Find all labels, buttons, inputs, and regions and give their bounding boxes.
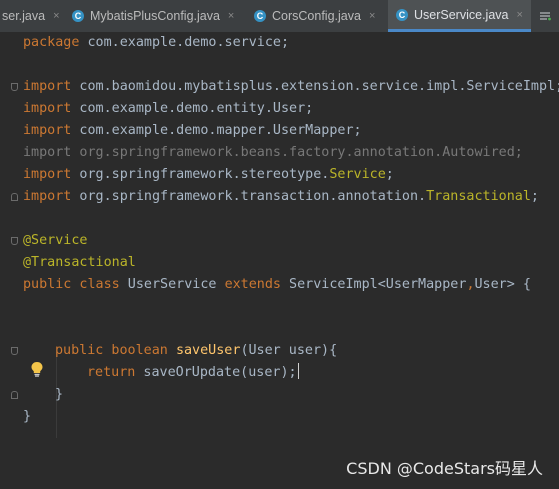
code-editor[interactable]: package com.example.demo.service; import… <box>0 32 559 489</box>
code-line-unused-import: import org.springframework.beans.factory… <box>23 145 523 160</box>
close-icon[interactable]: × <box>369 10 375 22</box>
code-line-import: import org.springframework.transaction.a… <box>23 189 539 204</box>
code-line-annotation: @Service <box>23 233 88 248</box>
watermark: CSDN @CodeStars码星人 <box>346 459 543 478</box>
tab-label: ser.java <box>2 9 46 23</box>
code-line-return: return saveOrUpdate(user); <box>87 363 299 380</box>
code-line-method-close: } <box>55 387 64 402</box>
code-line-annotation: @Transactional <box>23 255 136 270</box>
tab-label: UserService.java <box>414 7 509 22</box>
code-line-class-declaration: public class UserService extends Service… <box>23 277 531 292</box>
code-line-import: import com.example.demo.entity.User; <box>23 101 314 116</box>
close-icon[interactable]: × <box>53 10 59 22</box>
code-line-class-close: } <box>23 409 32 424</box>
tab-mybatisplusconfig[interactable]: C MybatisPlusConfig.java × <box>66 0 246 32</box>
code-line-import: import com.baomidou.mybatisplus.extensio… <box>23 79 559 94</box>
tab-corsconfig[interactable]: C CorsConfig.java × <box>246 0 386 32</box>
class-icon: C <box>254 10 266 22</box>
fold-marker-icon[interactable] <box>11 391 18 399</box>
text-caret <box>297 363 299 379</box>
tabs-overflow-icon[interactable] <box>531 0 559 32</box>
code-line-package: package com.example.demo.service; <box>23 35 290 50</box>
lightbulb-icon[interactable] <box>30 361 44 377</box>
tab-label: MybatisPlusConfig.java <box>90 9 220 23</box>
close-icon[interactable]: × <box>228 10 234 22</box>
fold-marker-icon[interactable] <box>11 347 18 355</box>
tab-label: CorsConfig.java <box>272 9 361 23</box>
fold-marker-icon[interactable] <box>11 83 18 91</box>
tab-user-java[interactable]: ser.java × <box>0 0 64 32</box>
class-icon: C <box>396 8 408 21</box>
code-line-method-declaration: public boolean saveUser(User user){ <box>55 343 338 358</box>
tab-userservice[interactable]: C UserService.java × <box>388 0 532 32</box>
fold-marker-icon[interactable] <box>11 237 18 245</box>
code-line-import: import com.example.demo.mapper.UserMappe… <box>23 123 362 138</box>
editor-tab-bar: ser.java × C MybatisPlusConfig.java × C … <box>0 0 559 33</box>
editor-gutter <box>0 32 20 489</box>
close-icon[interactable]: × <box>516 9 522 21</box>
class-icon: C <box>72 10 84 22</box>
fold-marker-icon[interactable] <box>11 193 18 201</box>
code-line-import: import org.springframework.stereotype.Se… <box>23 167 394 182</box>
